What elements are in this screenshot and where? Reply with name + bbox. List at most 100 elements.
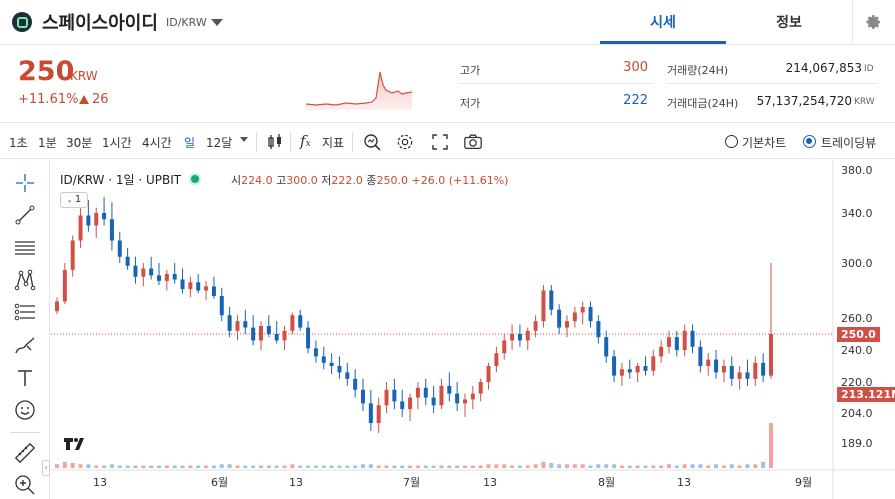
price-tick-label: 340.0 — [841, 207, 873, 220]
tab-info[interactable]: 정보 — [726, 0, 852, 44]
text-icon[interactable] — [13, 366, 37, 390]
candle-type-icon[interactable] — [265, 132, 285, 152]
chart-area[interactable]: 380.0 340.0 300.0 260.0 240.0 220.0 204.0 189.0… — [51, 160, 895, 499]
gear-icon[interactable] — [852, 0, 895, 44]
candle-body — [737, 372, 742, 379]
current-price: 250 — [18, 56, 75, 87]
trend-line-icon[interactable] — [13, 203, 37, 227]
price-tick-label: 240.0 — [841, 344, 873, 357]
basic-chart-label[interactable]: 기본차트 — [742, 134, 786, 151]
volume-bar — [510, 465, 515, 468]
volume-bar — [86, 464, 91, 468]
interval-dropdown-icon[interactable] — [240, 137, 248, 142]
volume-bar — [439, 465, 444, 468]
volume-toggle-button[interactable]: ⌄ 1 — [60, 192, 88, 208]
tab-quote[interactable]: 시세 — [600, 0, 726, 44]
low-label: 저 — [321, 174, 332, 187]
trading-view-label[interactable]: 트레이딩뷰 — [821, 134, 876, 151]
candle-body — [243, 321, 248, 328]
high-value: 300.0 — [286, 174, 318, 187]
pattern-icon[interactable] — [13, 268, 37, 292]
candle-body — [604, 337, 609, 357]
header: 스페이스아이디 ID/KRW 시세 정보 — [0, 0, 895, 45]
volume-bar — [243, 465, 248, 468]
chart-legend: ID/KRW · 1일 · UPBIT — [60, 171, 203, 188]
coin-pair[interactable]: ID/KRW — [166, 16, 207, 29]
candle-body — [651, 356, 656, 371]
interval-1m[interactable]: 1분 — [38, 134, 57, 151]
interval-4h[interactable]: 4시간 — [142, 134, 172, 151]
interval-1s[interactable]: 1초 — [9, 134, 28, 151]
candle-body — [494, 353, 499, 366]
volume-bar — [251, 465, 256, 468]
candle-body — [674, 337, 679, 350]
emoji-icon[interactable] — [13, 398, 37, 422]
volume-bar — [431, 465, 436, 468]
low-value: 222 — [623, 93, 648, 108]
open-label: 시 — [231, 174, 242, 187]
volume-bar — [604, 464, 609, 468]
candle-body — [125, 256, 130, 266]
volume-bar — [517, 465, 522, 468]
volume-bar — [533, 464, 538, 468]
chevron-down-icon[interactable] — [211, 19, 223, 26]
volume-bar — [714, 464, 719, 468]
interval-1h[interactable]: 1시간 — [102, 134, 132, 151]
compare-search-icon[interactable] — [362, 132, 382, 152]
volume-bar — [62, 461, 67, 468]
candle-body — [439, 385, 444, 406]
volume-bar — [651, 465, 656, 468]
volume-bar — [102, 465, 107, 468]
candle-body — [619, 369, 624, 376]
brush-icon[interactable] — [13, 334, 37, 358]
candle-body — [698, 346, 703, 366]
fullscreen-icon[interactable] — [430, 132, 450, 152]
time-tick-label: 6월 — [211, 476, 228, 489]
candle-body — [290, 315, 295, 331]
basic-chart-radio[interactable] — [725, 135, 738, 148]
volume-bar — [321, 465, 326, 468]
indicator-button[interactable]: 지표 — [322, 134, 344, 151]
volume-bar — [274, 465, 279, 468]
crosshair-icon[interactable] — [13, 171, 37, 195]
trading-view-radio[interactable] — [803, 135, 816, 148]
interval-12mo[interactable]: 12달 — [206, 134, 232, 151]
price-unit: KRW — [70, 69, 98, 83]
volume-bar — [117, 465, 122, 468]
volume-bar — [164, 465, 169, 468]
zoom-in-icon[interactable] — [13, 473, 37, 497]
candle-body — [721, 366, 726, 373]
horizontal-lines-icon[interactable] — [13, 236, 37, 260]
volume-tag: 213.121M — [837, 387, 895, 402]
function-icon[interactable]: fx — [300, 132, 311, 150]
high-label: 고 — [276, 174, 287, 187]
interval-30m[interactable]: 30분 — [66, 134, 92, 151]
volume-bar — [486, 464, 491, 468]
divider — [666, 83, 878, 84]
volume-bar — [659, 465, 664, 468]
candle-body — [251, 327, 256, 341]
volume-bar — [588, 465, 593, 468]
fib-retracement-icon[interactable] — [13, 300, 37, 324]
coin-name[interactable]: 스페이스아이디 — [42, 9, 158, 35]
candlestick-chart[interactable]: 380.0340.0300.0260.0240.0220.0204.0189.0… — [51, 160, 895, 499]
divider — [256, 132, 257, 152]
ruler-icon[interactable] — [13, 441, 37, 465]
price-tick-label: 189.0 — [841, 437, 873, 450]
open-value: 224.0 — [241, 174, 273, 187]
candle-body — [204, 286, 209, 291]
camera-icon[interactable] — [463, 132, 483, 152]
volume-bar — [769, 423, 773, 468]
volume-bar — [188, 465, 193, 468]
volume-bar — [368, 464, 373, 468]
volume-bar — [211, 465, 216, 468]
candle-body — [588, 307, 593, 322]
volume-bar — [384, 465, 389, 468]
interval-1d[interactable]: 일 — [184, 134, 195, 151]
volume-bar — [682, 464, 687, 468]
volume-label: 거래량(24H) — [667, 64, 729, 77]
collapse-toolbar-button[interactable]: ‹ — [42, 460, 50, 476]
candle-body — [478, 382, 483, 394]
price-tick-label: 204.0 — [841, 407, 873, 420]
settings-icon[interactable] — [395, 132, 415, 152]
